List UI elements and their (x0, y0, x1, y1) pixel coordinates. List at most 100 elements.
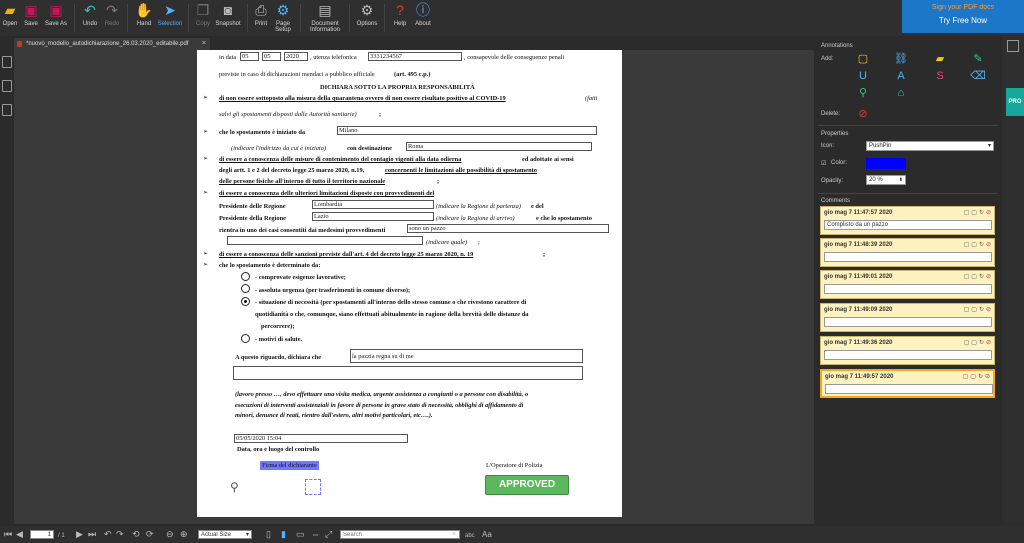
phone-field[interactable]: 3331234567 (368, 52, 462, 61)
save-button[interactable]: ▣ Save (20, 0, 42, 36)
reason-health-radio[interactable] (241, 334, 250, 343)
selection-tool-button[interactable]: ➤ Selection (156, 0, 184, 36)
continuous-page-icon[interactable]: ▮ (281, 529, 286, 539)
refresh-icon[interactable]: ↻ (979, 306, 984, 313)
comment-box-icon[interactable]: ▢ (971, 273, 977, 280)
signature-box[interactable] (305, 479, 321, 495)
comment-card-selected[interactable]: gio mag 7 11:49:57 2020 ▢ ▢ ↻ ⊘ (820, 369, 995, 398)
comment-card[interactable]: gio mag 7 11:48:39 2020 ▢ ▢ ↻ ⊘ (820, 238, 995, 267)
promo-cta[interactable]: Try Free Now (902, 16, 1024, 25)
delete-comment-icon[interactable]: ⊘ (986, 209, 991, 216)
promo-banner[interactable]: Sign your PDF docs Try Free Now (902, 0, 1024, 33)
fit-width-icon[interactable]: ⇔ (311, 529, 320, 539)
attachment-icon[interactable]: ⚲ (857, 87, 869, 99)
refresh-icon[interactable]: ↻ (979, 339, 984, 346)
zoom-out-icon[interactable]: ⊖ (166, 529, 174, 539)
match-case-toggle[interactable]: Aa (482, 530, 492, 540)
comment-text[interactable] (825, 384, 993, 394)
color-checkbox[interactable]: ☑ (821, 160, 826, 167)
thumbnails-icon[interactable] (2, 56, 12, 68)
comment-text[interactable] (824, 350, 992, 360)
year-field[interactable]: 2020 (284, 52, 308, 61)
comment-card[interactable]: gio mag 7 11:49:36 2020 ▢ ▢ ↻ ⊘ (820, 336, 995, 365)
comment-box-icon[interactable]: ▢ (964, 339, 970, 346)
copy-button[interactable]: ❐ Copy (193, 0, 213, 36)
link-icon[interactable]: ⛓ (894, 53, 908, 65)
pushpin-icon[interactable]: ⚲ (230, 480, 239, 495)
zoom-in-icon[interactable]: ⊕ (180, 529, 188, 539)
comment-box-icon[interactable]: ▢ (971, 339, 977, 346)
zoom-select[interactable]: Actual Size ▾ (198, 530, 252, 539)
help-button[interactable]: ? Help (389, 0, 411, 36)
search-input[interactable] (340, 530, 460, 539)
note-icon[interactable]: ▢ (857, 53, 869, 65)
delete-comment-icon[interactable]: ⊘ (985, 373, 990, 380)
reason-work-radio[interactable] (241, 272, 250, 281)
single-page-icon[interactable]: ▯ (266, 529, 271, 539)
print-button[interactable]: ⎙ Print (252, 0, 270, 36)
comment-box-icon[interactable]: ▢ (970, 373, 976, 380)
snapshot-button[interactable]: ◙ Snapshot (213, 0, 243, 36)
hand-tool-button[interactable]: ✋ Hand (132, 0, 156, 36)
delete-comment-icon[interactable]: ⊘ (986, 306, 991, 313)
datetime-field[interactable]: 05/05/2020 15:04 (234, 434, 408, 443)
reason-urgency-radio[interactable] (241, 284, 250, 293)
options-button[interactable]: ⚙ Options (354, 0, 380, 36)
comment-box-icon[interactable]: ▢ (971, 306, 977, 313)
undo-button[interactable]: ↶ Undo (79, 0, 101, 36)
declaration-field-2[interactable] (233, 366, 583, 380)
comment-text[interactable]: Complisto da un pazzo (824, 220, 992, 230)
declaration-field[interactable]: la pazzia regna su di me (350, 349, 583, 363)
icon-select[interactable]: PushPin ▾ (866, 141, 994, 151)
save-as-button[interactable]: ▣ Save As (42, 0, 70, 36)
comment-text[interactable] (824, 317, 992, 327)
page-number-input[interactable]: 1 (30, 530, 54, 539)
strikeout-icon[interactable]: S (934, 70, 946, 82)
pro-tab[interactable]: PRO (1006, 88, 1024, 116)
rotate-left-icon[interactable]: ⟲ (132, 529, 140, 539)
forward-icon[interactable]: ↷ (116, 529, 124, 539)
comment-box-icon[interactable]: ▢ (964, 241, 970, 248)
case-field-2[interactable] (227, 236, 423, 245)
delete-comment-icon[interactable]: ⊘ (986, 339, 991, 346)
comment-text[interactable] (824, 252, 992, 262)
comment-box-icon[interactable]: ▢ (971, 209, 977, 216)
document-information-button[interactable]: ▤ Document Information (305, 0, 345, 36)
last-page-icon[interactable]: ⏭ (88, 529, 96, 539)
refresh-icon[interactable]: ↻ (978, 373, 983, 380)
origin-field[interactable]: Milano (337, 126, 597, 135)
document-canvas[interactable]: ◌ in data 05 05 2020 , utenza telefonica… (14, 50, 814, 524)
month-field[interactable]: 05 (262, 52, 281, 61)
comment-card[interactable]: gio mag 7 11:49:09 2020 ▢ ▢ ↻ ⊘ (820, 303, 995, 332)
rotate-right-icon[interactable]: ⟳ (146, 529, 154, 539)
signature-field[interactable]: Firma del dichiarante (260, 461, 319, 470)
opacity-spinner[interactable]: 20 % ⬍ (866, 175, 906, 185)
comment-card[interactable]: gio mag 7 11:47:57 2020 ▢ ▢ ↻ ⊘ Complisto d… (820, 206, 995, 235)
day-field[interactable]: 05 (240, 52, 259, 61)
previous-page-icon[interactable]: ◀ (16, 529, 23, 539)
refresh-icon[interactable]: ↻ (979, 209, 984, 216)
comment-box-icon[interactable]: ▢ (964, 306, 970, 313)
approved-stamp[interactable]: APPROVED (485, 475, 569, 495)
comment-text[interactable] (824, 284, 992, 294)
fit-page-icon[interactable]: ⤢ (325, 529, 332, 539)
color-swatch[interactable] (866, 158, 906, 169)
clear-search-icon[interactable]: × (452, 530, 456, 540)
bookmarks-icon[interactable] (2, 80, 12, 92)
delete-comment-icon[interactable]: ⊘ (986, 273, 991, 280)
pen-icon[interactable]: ✎ (972, 53, 984, 65)
facing-page-icon[interactable]: ▭ (296, 529, 305, 539)
refresh-icon[interactable]: ↻ (979, 241, 984, 248)
delete-comment-icon[interactable]: ⊘ (986, 241, 991, 248)
stamp-icon[interactable]: ⌂ (895, 87, 907, 99)
text-icon[interactable]: A (895, 70, 907, 82)
comment-box-icon[interactable]: ▢ (963, 373, 969, 380)
open-button[interactable]: ▰ Open (0, 0, 20, 36)
arrival-region-field[interactable]: Lazio (312, 212, 434, 221)
first-page-icon[interactable]: ⏮ (4, 529, 12, 539)
destination-field[interactable]: Roma (406, 142, 592, 151)
reason-necessity-radio[interactable] (241, 297, 250, 306)
about-button[interactable]: ⓘ About (411, 0, 435, 36)
match-word-toggle[interactable]: abc (465, 531, 475, 541)
next-page-icon[interactable]: ▶ (76, 529, 83, 539)
